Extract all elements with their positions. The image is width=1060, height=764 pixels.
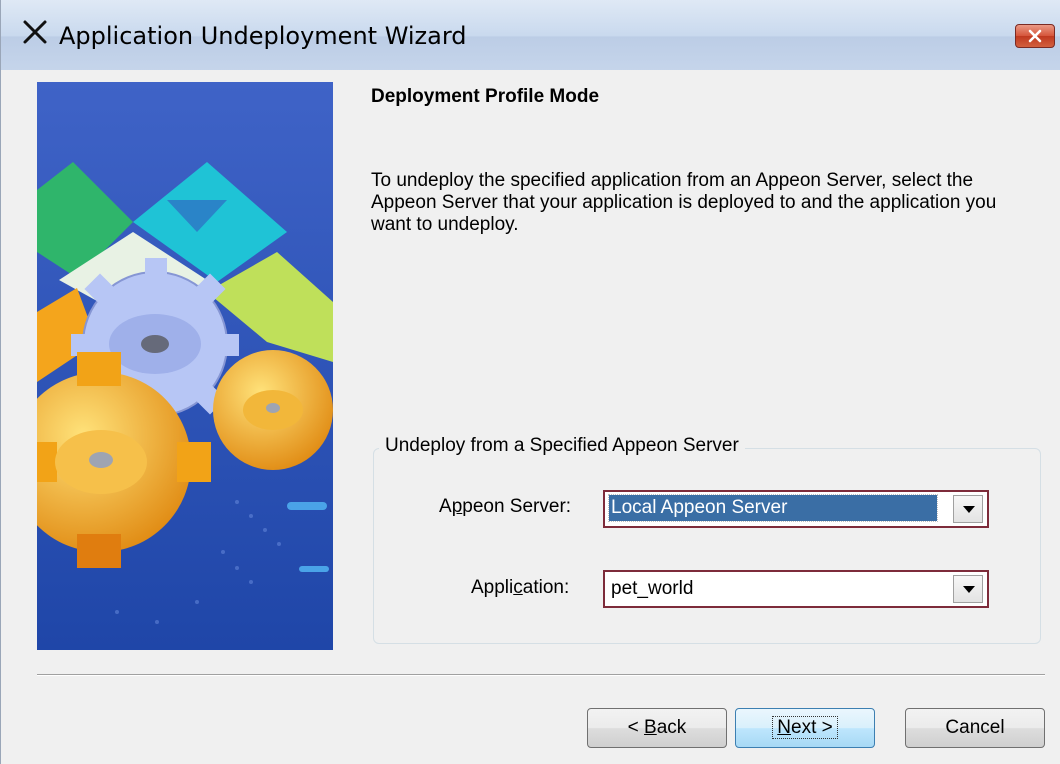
cancel-button[interactable]: Cancel: [905, 708, 1045, 748]
page-description: To undeploy the specified application fr…: [371, 170, 997, 235]
wizard-window: Application Undeployment Wizard Deployme…: [0, 0, 1060, 764]
back-button[interactable]: < Back: [587, 708, 727, 748]
appeon-server-value: Local Appeon Server: [608, 494, 938, 522]
window-title: Application Undeployment Wizard: [59, 22, 467, 50]
title-bar[interactable]: Application Undeployment Wizard: [1, 0, 1060, 80]
separator: [37, 674, 1045, 676]
next-button[interactable]: Next >: [735, 708, 875, 748]
wizard-banner-image: [37, 82, 333, 650]
close-button[interactable]: [1015, 24, 1055, 48]
appeon-server-dropdown[interactable]: Local Appeon Server: [603, 490, 989, 528]
server-groupbox: [373, 448, 1041, 644]
application-label: Application:: [471, 577, 570, 598]
application-value: pet_world: [611, 578, 694, 599]
application-dropdown[interactable]: pet_world: [603, 570, 989, 608]
wizard-x-icon: [21, 18, 49, 46]
page-heading: Deployment Profile Mode: [371, 86, 600, 107]
appeon-server-label: Appeon Server:: [439, 496, 572, 517]
groupbox-title: Undeploy from a Specified Appeon Server: [379, 435, 745, 457]
chevron-down-icon[interactable]: [953, 575, 983, 603]
close-icon: [1016, 29, 1054, 51]
chevron-down-icon[interactable]: [953, 495, 983, 523]
